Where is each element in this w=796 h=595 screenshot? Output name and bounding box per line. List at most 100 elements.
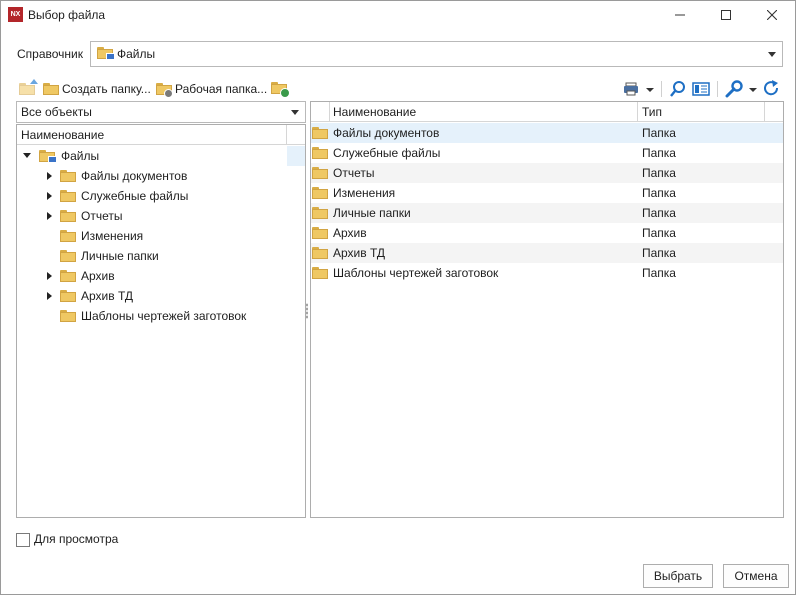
expand-arrow-icon[interactable] [47,172,52,180]
list-row[interactable]: Архив Папка [311,223,783,243]
folder-icon [312,127,328,139]
maximize-icon [721,10,731,20]
preview-checkbox-label[interactable]: Для просмотра [34,532,118,546]
filter-value: Все объекты [21,105,92,119]
download-icon [280,88,290,98]
tree-item[interactable]: Отчеты [17,206,305,226]
column-divider [329,102,330,121]
folder-up-icon [19,83,35,95]
splitter-grip[interactable] [306,303,308,319]
tree-root-label: Файлы [61,149,100,163]
row-name: Файлы документов [333,126,440,140]
tree-item[interactable]: Шаблоны чертежей заготовок [17,306,305,326]
folder-icon [312,187,328,199]
row-type: Папка [642,166,676,180]
settings-button[interactable] [725,79,759,99]
title-bar[interactable]: NX Выбор файла [1,1,795,29]
go-up-button[interactable] [19,79,39,99]
folder-icon [60,290,76,302]
list-row[interactable]: Служебные файлы Папка [311,143,783,163]
view-panel-button[interactable] [691,79,711,99]
folder-icon [312,207,328,219]
nx-app-icon: NX [8,7,23,22]
expand-arrow-icon[interactable] [47,192,52,200]
list-row-selected[interactable]: Файлы документов Папка [311,123,783,143]
list-row[interactable]: Изменения Папка [311,183,783,203]
list-row[interactable]: Личные папки Папка [311,203,783,223]
folder-icon [312,147,328,159]
tree-item-label: Шаблоны чертежей заготовок [81,309,247,323]
tree-item[interactable]: Изменения [17,226,305,246]
folder-icon [60,170,76,182]
row-name: Служебные файлы [333,146,441,160]
download-folder-button[interactable] [270,79,290,99]
row-type: Папка [642,246,676,260]
printer-icon [624,82,654,96]
preview-checkbox[interactable] [16,533,30,547]
close-button[interactable] [749,1,795,29]
filter-select[interactable]: Все объекты [16,101,306,123]
tree-item-label: Изменения [81,229,144,243]
column-divider [764,102,765,121]
column-divider [637,102,638,121]
maximize-button[interactable] [703,1,749,29]
cancel-button[interactable]: Отмена [723,564,789,588]
folder-tree-panel[interactable]: Наименование Файлы Файлы документов Служ… [16,124,306,518]
folder-icon [312,247,328,259]
folder-icon [60,230,76,242]
row-type: Папка [642,146,676,160]
tree-header[interactable]: Наименование [17,125,305,145]
wrench-icon [725,80,757,98]
expand-arrow-icon[interactable] [47,292,52,300]
tree-item[interactable]: Архив [17,266,305,286]
list-row[interactable]: Шаблоны чертежей заготовок Папка [311,263,783,283]
work-folder-label: Рабочая папка... [175,82,268,96]
minimize-icon [675,14,685,16]
tree-item-label: Личные папки [81,249,159,263]
list-row[interactable]: Архив ТД Папка [311,243,783,263]
folder-icon [60,270,76,282]
folder-icon [60,250,76,262]
print-button[interactable] [623,79,657,99]
refresh-icon [764,80,779,96]
file-picker-dialog: NX Выбор файла Справочник Файлы Создать … [0,0,796,595]
row-name: Отчеты [333,166,375,180]
directory-select[interactable]: Файлы [90,41,783,67]
toolbar-separator [661,81,662,97]
folder-icon [312,167,328,179]
tree-item[interactable]: Архив ТД [17,286,305,306]
minimize-button[interactable] [657,1,703,29]
row-type: Папка [642,126,676,140]
list-row[interactable]: Отчеты Папка [311,163,783,183]
list-column-name[interactable]: Наименование [333,105,416,119]
tree-column-name[interactable]: Наименование [21,128,104,142]
row-name: Архив ТД [333,246,386,260]
list-header[interactable]: Наименование Тип [311,102,783,122]
tree-item[interactable]: Личные папки [17,246,305,266]
tree-root-row[interactable]: Файлы [17,146,305,166]
row-type: Папка [642,186,676,200]
tree-item[interactable]: Файлы документов [17,166,305,186]
tree-item[interactable]: Служебные файлы [17,186,305,206]
search-button[interactable] [669,79,687,99]
select-button[interactable]: Выбрать [643,564,713,588]
tree-item-label: Архив ТД [81,289,134,303]
row-name: Изменения [333,186,396,200]
refresh-button[interactable] [763,79,781,99]
file-list-panel[interactable]: Наименование Тип Файлы документов Папка … [310,101,784,518]
tree-item-label: Файлы документов [81,169,188,183]
list-column-type[interactable]: Тип [642,105,662,119]
row-name: Шаблоны чертежей заготовок [333,266,499,280]
folder-icon [43,83,59,95]
tree-item-label: Отчеты [81,209,123,223]
expand-arrow-icon[interactable] [47,272,52,280]
row-type: Папка [642,266,676,280]
window-title: Выбор файла [28,8,106,22]
create-folder-label: Создать папку... [62,82,151,96]
collapse-arrow-icon[interactable] [23,153,31,158]
search-icon [670,81,685,97]
chevron-down-icon [291,110,299,115]
row-name: Личные папки [333,206,411,220]
expand-arrow-icon[interactable] [47,212,52,220]
monitor-overlay-icon [48,156,57,163]
